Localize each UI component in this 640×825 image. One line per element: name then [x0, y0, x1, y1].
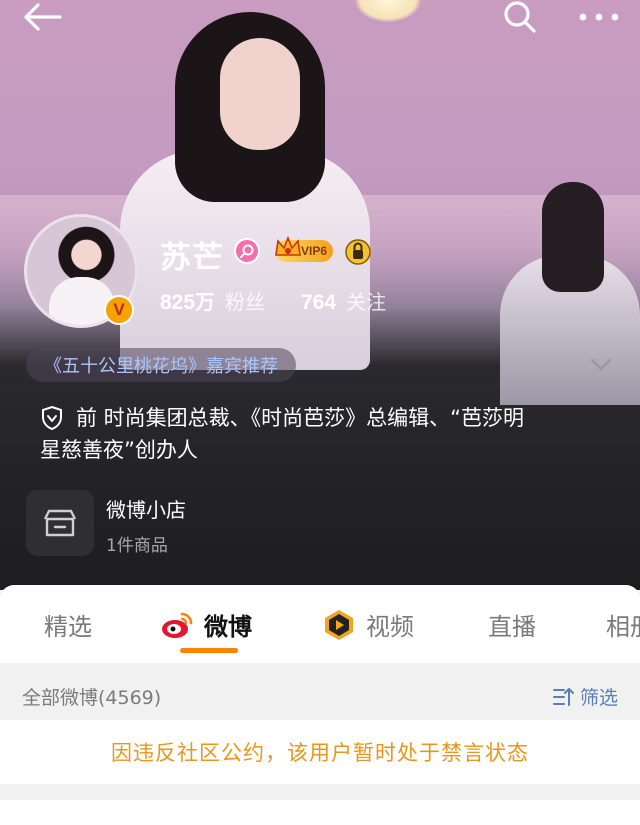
bio-line-2: 星慈善夜”创办人: [40, 438, 198, 462]
super-topic-badge-icon[interactable]: [234, 238, 260, 264]
tab-live[interactable]: 直播: [488, 607, 536, 642]
vip-badge[interactable]: VIP6: [272, 235, 336, 264]
tab-video[interactable]: 视频: [322, 607, 414, 642]
vip-level: VIP6: [300, 244, 327, 258]
back-arrow-icon[interactable]: [20, 0, 64, 34]
followers-count[interactable]: 825: [160, 291, 195, 315]
profile-tabs: 精选 微博 视频 直播 相册: [0, 585, 640, 663]
profile-cover: V 苏芒 VIP6 825 万 粉丝 764 关注 《五十公里桃花坞》嘉宾推荐 …: [0, 0, 640, 590]
fan-badge-icon[interactable]: [344, 238, 372, 265]
tab-featured[interactable]: 精选: [44, 607, 92, 642]
bio-line-1: 前 时尚集团总裁、《时尚芭莎》总编辑、“芭莎明: [76, 406, 525, 430]
feed-card-edge: [0, 800, 640, 825]
filter-icon: [553, 687, 574, 706]
ban-notice: 因违反社区公约，该用户暂时处于禁言状态: [0, 720, 640, 784]
chevron-down-icon[interactable]: [588, 354, 614, 374]
tab-album[interactable]: 相册: [606, 607, 640, 642]
shop-subtitle: 1件商品: [106, 536, 168, 556]
cover-sun: [355, 0, 421, 22]
filter-bar: 全部微博(4569) 筛选: [0, 663, 640, 723]
filter-button[interactable]: 筛选: [552, 683, 618, 710]
profile-stats: 825 万 粉丝 764 关注: [160, 286, 386, 315]
following-count[interactable]: 764: [301, 291, 336, 315]
followers-unit: 万: [195, 290, 216, 314]
cover-person-face: [220, 38, 300, 150]
profile-bio: 前 时尚集团总裁、《时尚芭莎》总编辑、“芭莎明 星慈善夜”创办人: [40, 402, 600, 466]
shop-title[interactable]: 微博小店: [106, 494, 186, 523]
profile-name: 苏芒: [160, 240, 224, 276]
search-icon[interactable]: [500, 0, 540, 34]
tab-weibo[interactable]: 微博: [160, 607, 252, 642]
video-play-icon: [325, 609, 353, 640]
cover-background-person-hair: [542, 182, 604, 292]
active-tab-indicator: [180, 648, 238, 653]
guest-recommendation-link[interactable]: 《五十公里桃花坞》嘉宾推荐: [26, 348, 296, 382]
crown-icon: [275, 235, 301, 256]
store-icon[interactable]: [26, 490, 94, 556]
more-icon[interactable]: [574, 0, 624, 34]
verified-badge: V: [104, 295, 134, 325]
weibo-logo-icon: [162, 612, 193, 638]
followers-label[interactable]: 粉丝: [225, 286, 265, 315]
all-weibo-count[interactable]: 全部微博(4569): [22, 683, 161, 710]
following-label[interactable]: 关注: [346, 286, 386, 315]
